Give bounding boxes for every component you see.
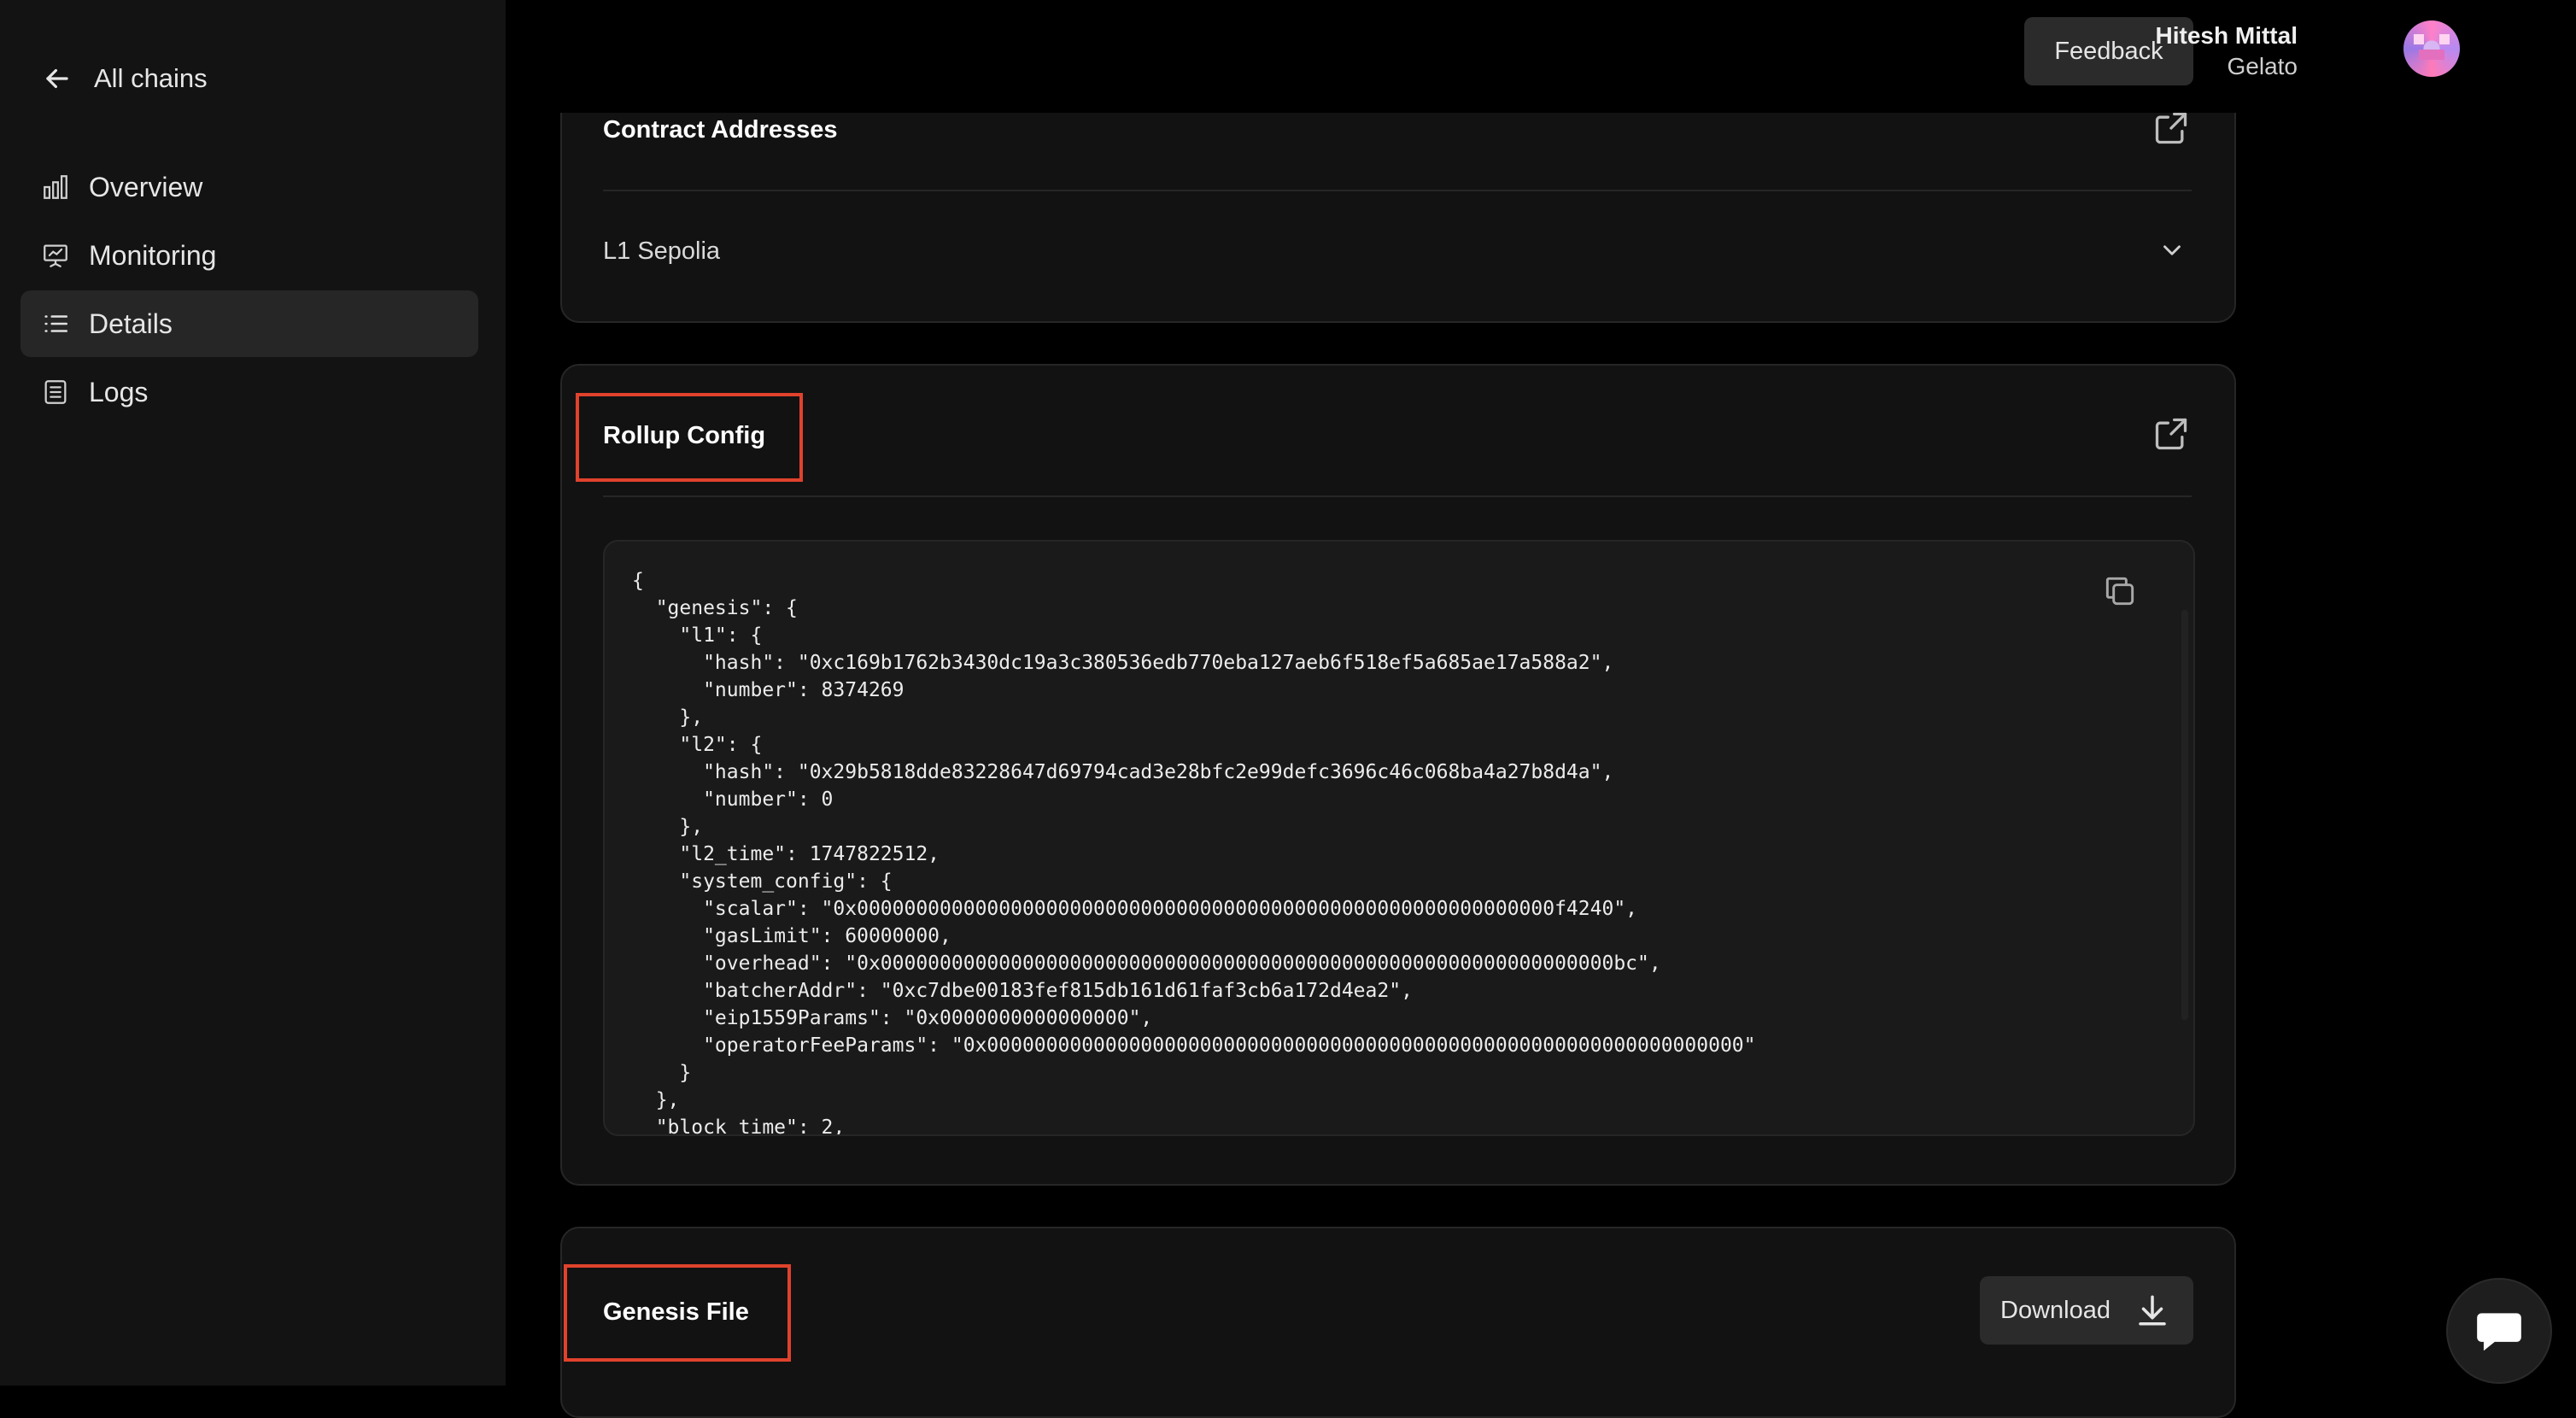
chat-icon [2477,1313,2521,1351]
sidebar-item-label: Logs [89,376,149,407]
chat-support-button[interactable] [2446,1278,2552,1384]
divider [603,190,2192,191]
code-scrollbar[interactable] [2181,610,2188,1020]
divider [603,495,2192,497]
sidebar-item-monitoring[interactable]: Monitoring [20,222,478,289]
back-to-all-chains[interactable]: All chains [41,56,208,101]
sidebar-item-label: Details [89,308,173,339]
genesis-file-card: Genesis File Download [560,1227,2236,1418]
network-selector-label[interactable]: L1 Sepolia [603,237,720,266]
back-label: All chains [94,63,208,93]
user-name: Hitesh Mittal [2155,22,2298,49]
rollup-config-card: Rollup Config { "genesis": { "l1": { "ha… [560,364,2236,1186]
chevron-down-icon[interactable] [2157,236,2187,265]
presentation-icon [41,241,70,270]
download-button[interactable]: Download [1980,1276,2193,1345]
user-info[interactable]: Hitesh Mittal Gelato [2156,21,2383,84]
external-link-icon[interactable] [2152,109,2190,147]
sidebar-item-logs[interactable]: Logs [20,359,478,425]
card-title: Rollup Config [603,422,766,449]
download-label: Download [2000,1296,2111,1324]
download-icon [2139,1295,2166,1326]
sidebar-item-overview[interactable]: Overview [20,154,478,220]
card-title: Genesis File [603,1298,749,1326]
copy-icon[interactable] [2101,572,2139,610]
avatar[interactable] [2403,21,2460,77]
sidebar-item-label: Overview [89,171,203,202]
user-org: Gelato [2227,53,2298,79]
rollup-config-code-block[interactable]: { "genesis": { "l1": { "hash": "0xc169b1… [603,540,2195,1136]
rollup-config-json: { "genesis": { "l1": { "hash": "0xc169b1… [632,570,1756,1136]
sidebar-item-label: Monitoring [89,239,217,271]
sidebar-item-details[interactable]: Details [20,290,478,357]
contract-addresses-card: Contract Addresses L1 Sepolia [560,85,2236,323]
external-link-icon[interactable] [2152,415,2190,453]
log-icon [41,378,70,407]
bar-chart-icon [41,173,70,202]
card-title: Contract Addresses [603,116,838,144]
arrow-left-icon [46,68,68,89]
sidebar: All chains Overview Monitoring Details L… [0,0,506,1386]
list-icon [41,309,70,338]
